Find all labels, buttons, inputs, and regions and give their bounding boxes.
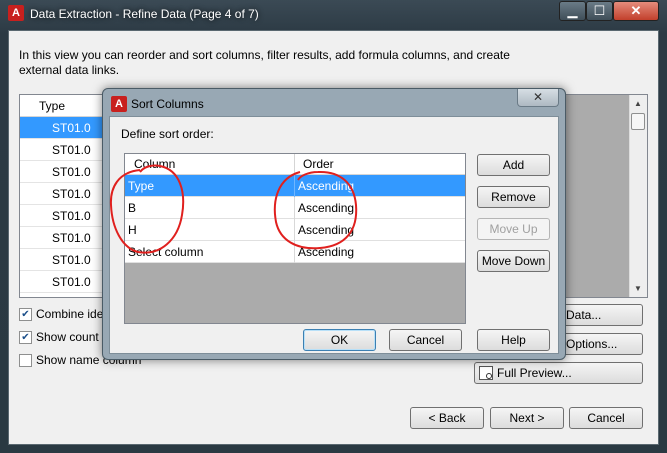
window-title: Data Extraction - Refine Data (Page 4 of… xyxy=(30,7,259,21)
sort-row[interactable]: H Ascending xyxy=(125,219,465,241)
autocad-icon: A xyxy=(111,96,127,112)
sort-row-column[interactable]: H xyxy=(128,223,137,237)
dialog-close-button[interactable]: ✕ xyxy=(517,89,559,107)
sort-row-column[interactable]: Type xyxy=(128,179,154,193)
table-cell[interactable]: ST01.0 xyxy=(20,227,105,249)
full-preview-label: Full Preview... xyxy=(497,366,572,380)
show-count-label: Show count column xyxy=(36,330,106,344)
show-name-checkbox[interactable] xyxy=(19,354,32,367)
table-cell[interactable]: ST01.0 xyxy=(20,117,105,139)
move-down-button[interactable]: Move Down xyxy=(477,250,550,272)
combine-rows-checkbox[interactable]: ✔ xyxy=(19,308,32,321)
move-up-button[interactable]: Move Up xyxy=(477,218,550,240)
define-sort-label: Define sort order: xyxy=(121,127,214,141)
sort-row-column[interactable]: Select column xyxy=(128,245,203,259)
column-header-column[interactable]: Column xyxy=(134,157,175,171)
help-button[interactable]: Help xyxy=(477,329,550,351)
column-header-type[interactable]: Type xyxy=(20,95,105,117)
sort-row[interactable]: Type Ascending xyxy=(125,175,465,197)
maximize-button[interactable]: ☐ xyxy=(586,1,613,21)
minimize-button[interactable]: ▁ xyxy=(559,1,586,21)
sort-columns-dialog: A Sort Columns ✕ Define sort order: Colu… xyxy=(102,88,566,360)
autocad-icon: A xyxy=(8,5,24,21)
type-column: Type ST01.0 ST01.0 ST01.0 ST01.0 ST01.0 … xyxy=(20,95,105,297)
dialog-title: Sort Columns xyxy=(131,97,204,111)
table-cell[interactable]: ST01.0 xyxy=(20,271,105,293)
column-header-order[interactable]: Order xyxy=(303,157,334,171)
preview-icon xyxy=(479,366,493,380)
sort-row[interactable]: B Ascending xyxy=(125,197,465,219)
cancel-button[interactable]: Cancel xyxy=(569,407,643,429)
combine-rows-label: Combine identical rows xyxy=(36,307,106,321)
sort-row-order[interactable]: Ascending xyxy=(298,179,354,193)
sort-row-column[interactable]: B xyxy=(128,201,136,215)
sort-row-order[interactable]: Ascending xyxy=(298,201,354,215)
add-button[interactable]: Add xyxy=(477,154,550,176)
sort-row-order[interactable]: Ascending xyxy=(298,245,354,259)
ok-button[interactable]: OK xyxy=(303,329,376,351)
remove-button[interactable]: Remove xyxy=(477,186,550,208)
sort-row-order[interactable]: Ascending xyxy=(298,223,354,237)
scroll-down-arrow-icon[interactable]: ▼ xyxy=(629,280,647,297)
sort-table-header: Column Order xyxy=(125,154,465,175)
scroll-thumb[interactable] xyxy=(631,113,645,130)
dialog-content: Define sort order: Column Order Type Asc… xyxy=(109,116,559,354)
header-divider[interactable] xyxy=(294,154,295,175)
table-cell[interactable]: ST01.0 xyxy=(20,161,105,183)
table-cell[interactable]: ST01.0 xyxy=(20,183,105,205)
next-button[interactable]: Next > xyxy=(490,407,564,429)
table-cell[interactable]: ST01.0 xyxy=(20,249,105,271)
full-preview-button[interactable]: Full Preview... xyxy=(474,362,643,384)
table-cell[interactable]: ST01.0 xyxy=(20,205,105,227)
show-count-checkbox[interactable]: ✔ xyxy=(19,331,32,344)
magnifier-icon xyxy=(486,373,492,379)
table-cell[interactable]: ST01.0 xyxy=(20,139,105,161)
sort-order-table[interactable]: Column Order Type Ascending B Ascending … xyxy=(124,153,466,324)
intro-text: In this view you can reorder and sort co… xyxy=(19,48,510,77)
dialog-cancel-button[interactable]: Cancel xyxy=(389,329,462,351)
back-button[interactable]: < Back xyxy=(410,407,484,429)
sort-row[interactable]: Select column Ascending xyxy=(125,241,465,263)
close-button[interactable]: ✕ xyxy=(613,1,659,21)
scroll-up-arrow-icon[interactable]: ▲ xyxy=(629,95,647,112)
